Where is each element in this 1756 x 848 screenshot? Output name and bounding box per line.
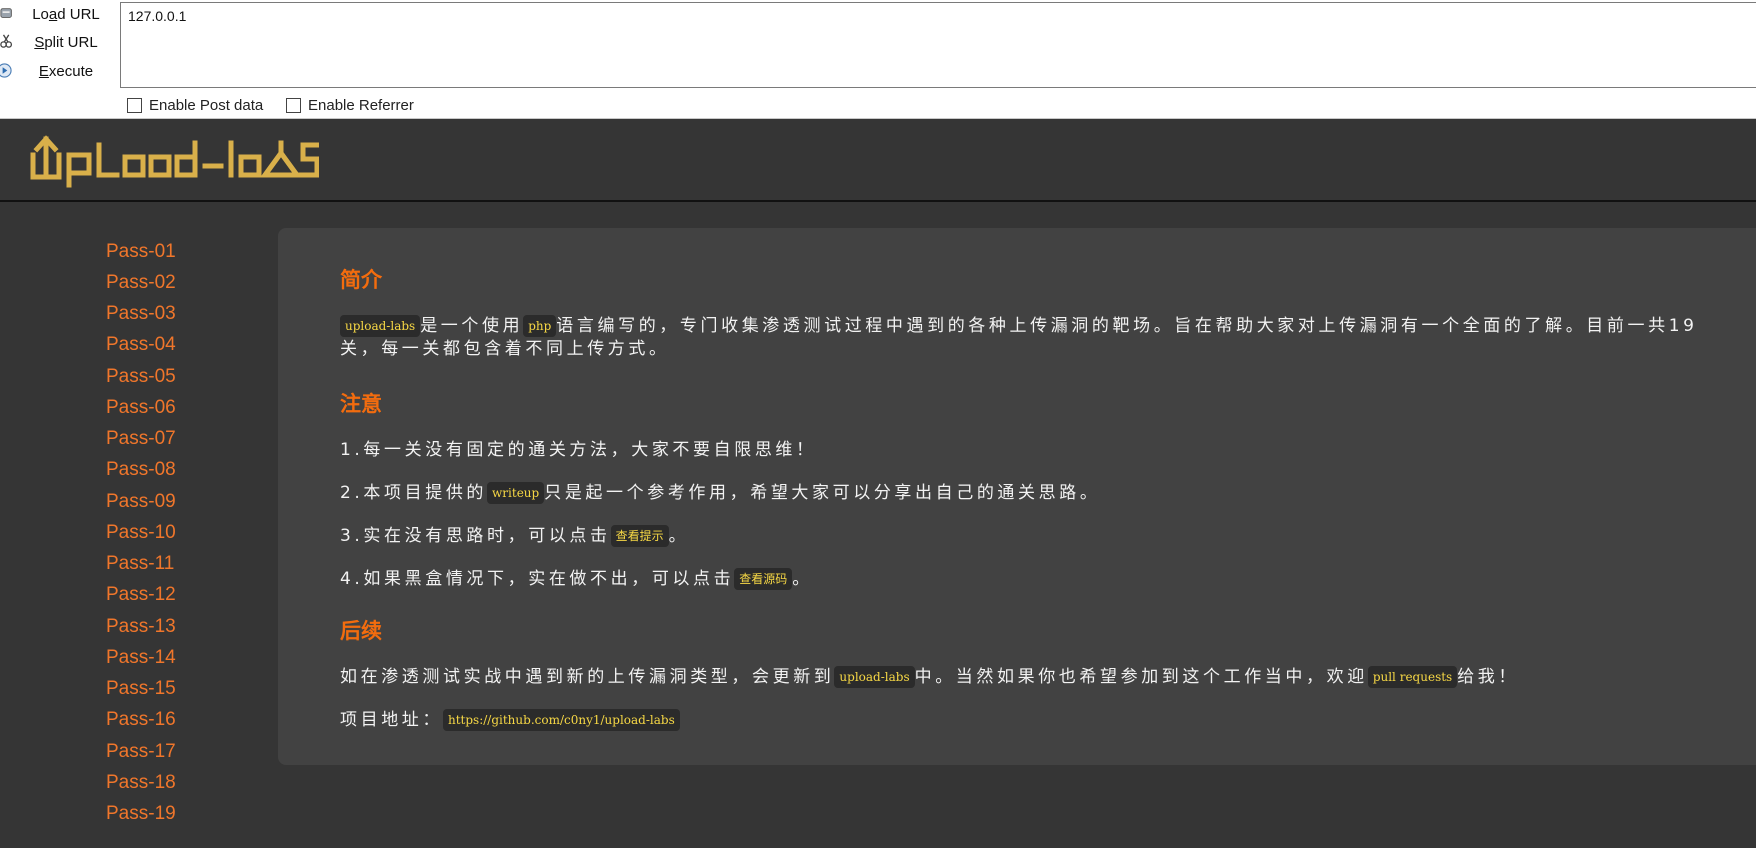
sidebar-item-pass-02[interactable]: Pass-02 (106, 272, 176, 298)
code-php: php (523, 315, 557, 337)
notes-title: 注意 (340, 392, 382, 416)
view-source-link[interactable]: 查看源码 (734, 568, 793, 590)
code-pull-requests: pull requests (1367, 666, 1458, 688)
code-writeup: writeup (487, 482, 545, 504)
project-address: 项目地址： https://github.com/c0ny1/upload-lab… (340, 709, 1710, 732)
sidebar-item-pass-17[interactable]: Pass-17 (106, 741, 176, 767)
enable-post-data-checkbox[interactable] (127, 98, 142, 113)
enable-referrer-checkbox[interactable] (286, 98, 301, 113)
intro-title: 简介 (340, 268, 382, 292)
hackbar-toolbar: Load URL Split URL Execute 127.0.0.1 Ena… (0, 0, 1756, 119)
note-item-1: 1.每一关没有固定的通关方法，大家不要自限思维！ (340, 440, 817, 460)
enable-referrer-label: Enable Referrer (308, 97, 414, 114)
github-link[interactable]: https://github.com/c0ny1/upload-labs (443, 709, 680, 731)
sidebar-item-pass-10[interactable]: Pass-10 (106, 522, 176, 548)
sidebar-item-pass-12[interactable]: Pass-12 (106, 584, 176, 610)
load-url-button[interactable]: Load URL (0, 0, 118, 28)
load-url-label: Load URL (32, 5, 100, 23)
enable-referrer-option[interactable]: Enable Referrer (286, 97, 414, 114)
sidebar-item-pass-08[interactable]: Pass-08 (106, 459, 176, 485)
url-input[interactable]: 127.0.0.1 (120, 2, 1756, 88)
upload-labs-logo[interactable] (29, 133, 319, 189)
enable-post-data-option[interactable]: Enable Post data (127, 97, 263, 114)
sidebar-item-pass-14[interactable]: Pass-14 (106, 647, 176, 673)
sidebar-item-pass-03[interactable]: Pass-03 (106, 303, 176, 329)
sidebar-item-pass-13[interactable]: Pass-13 (106, 616, 176, 642)
sidebar-item-pass-06[interactable]: Pass-06 (106, 397, 176, 423)
sidebar-item-pass-11[interactable]: Pass-11 (106, 553, 174, 579)
code-upload-labs-2: upload-labs (834, 666, 915, 688)
split-url-button[interactable]: Split URL (0, 28, 118, 56)
content-panel: 简介 upload-labs 是一个使用 php 语言编写的，专门收集渗透测试过程中遇… (278, 228, 1756, 765)
note-item-2: 2.本项目提供的 writeup 只是起一个参考作用，希望大家可以分享出自己的通关思… (340, 482, 1101, 504)
sidebar-item-pass-04[interactable]: Pass-04 (106, 334, 176, 360)
sidebar-item-pass-09[interactable]: Pass-09 (106, 491, 176, 517)
sidebar-item-pass-19[interactable]: Pass-19 (106, 803, 176, 829)
followup-paragraph: 如在渗透测试实战中遇到新的上传漏洞类型，会更新到 upload-labs 中。当然如… (340, 666, 1520, 688)
note-item-4: 4.如果黑盒情况下，实在做不出，可以点击 查看源码。 (340, 568, 813, 590)
enable-post-data-label: Enable Post data (149, 97, 264, 114)
execute-label: Execute (38, 62, 94, 80)
split-url-label: Split URL (34, 33, 98, 51)
sidebar-item-pass-16[interactable]: Pass-16 (106, 709, 176, 735)
view-hint-link[interactable]: 查看提示 (610, 525, 669, 547)
sidebar-item-pass-15[interactable]: Pass-15 (106, 678, 176, 704)
sidebar-item-pass-01[interactable]: Pass-01 (106, 241, 176, 267)
sidebar-item-pass-05[interactable]: Pass-05 (106, 366, 176, 392)
intro-paragraph: upload-labs 是一个使用 php 语言编写的，专门收集渗透测试过程中遇到的各… (340, 315, 1698, 359)
sidebar-item-pass-07[interactable]: Pass-07 (106, 428, 176, 454)
followup-title: 后续 (340, 619, 382, 643)
code-upload-labs: upload-labs (340, 315, 421, 337)
execute-button[interactable]: Execute (0, 57, 118, 85)
note-item-3: 3.实在没有思路时，可以点击 查看提示。 (340, 525, 690, 547)
site-header (0, 119, 1756, 202)
sidebar-item-pass-18[interactable]: Pass-18 (106, 772, 176, 798)
